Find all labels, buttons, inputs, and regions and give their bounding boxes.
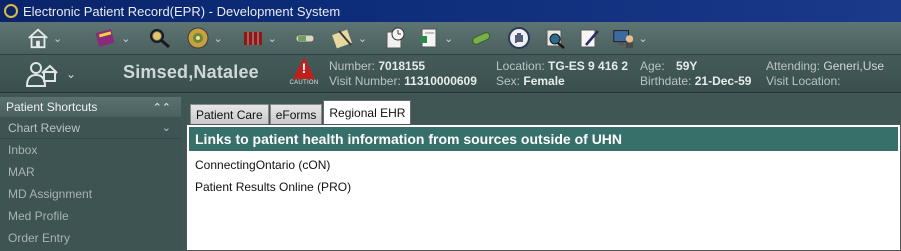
binoculars-icon xyxy=(543,26,567,50)
caution-alert[interactable]: ! CAUTION xyxy=(289,57,319,91)
tab-eforms[interactable]: eForms xyxy=(269,104,323,124)
collapse-up-icon[interactable]: ⌃⌃ xyxy=(153,101,171,114)
pill-icon xyxy=(469,26,493,50)
document-pen-icon xyxy=(331,26,355,50)
chevron-down-icon[interactable]: ⌄ xyxy=(638,32,647,45)
edit-note-button[interactable] xyxy=(577,24,601,52)
chevron-down-icon[interactable]: ⌄ xyxy=(162,121,171,134)
chevron-down-icon[interactable]: ⌄ xyxy=(53,32,62,45)
lab-tube-icon xyxy=(293,26,317,50)
sidebar: Patient Shortcuts ⌃⌃ Chart Review ⌄ Inbo… xyxy=(0,97,181,251)
attending-field: Attending: Generi,Use xyxy=(766,59,885,73)
home-icon xyxy=(26,26,50,50)
main-toolbar: ⌄ ⌄ ⌄ ⌄ ⌄ ⌄ ⌄ xyxy=(0,22,901,55)
panel-title: Links to patient health information from… xyxy=(189,127,898,151)
chevron-down-icon[interactable]: ⌄ xyxy=(268,32,277,45)
sidebar-item-mar[interactable]: MAR xyxy=(0,161,181,183)
window-title: Electronic Patient Record(EPR) - Develop… xyxy=(23,3,341,19)
number-field: Number: 7018155 xyxy=(329,59,426,73)
binoculars-button[interactable] xyxy=(543,24,567,52)
document-pen-button[interactable]: ⌄ xyxy=(331,24,367,52)
medication-wheel-icon xyxy=(186,26,210,50)
hand-stop-icon xyxy=(507,26,531,50)
birthdate-field: Birthdate: 21-Dec-59 xyxy=(640,74,752,88)
main-content: Patient Care eForms Regional EHR Links t… xyxy=(181,97,901,251)
sidebar-header-label: Patient Shortcuts xyxy=(6,100,98,114)
notes-button[interactable]: ⌄ xyxy=(417,24,453,52)
chevron-down-icon[interactable]: ⌄ xyxy=(358,32,367,45)
tab-patient-care[interactable]: Patient Care xyxy=(190,104,269,124)
notes-icon xyxy=(417,26,441,50)
home-button[interactable]: ⌄ xyxy=(26,24,62,52)
person-home-icon[interactable] xyxy=(24,59,58,89)
patient-name: Simsed,Natalee xyxy=(123,62,259,82)
visit-location-field: Visit Location: xyxy=(766,74,841,88)
order-list-button[interactable]: ⌄ xyxy=(241,24,277,52)
regional-ehr-panel: Links to patient health information from… xyxy=(186,124,901,251)
tab-regional-ehr[interactable]: Regional EHR xyxy=(323,100,412,124)
app-logo-icon xyxy=(4,4,18,18)
sidebar-item-inbox[interactable]: Inbox xyxy=(0,139,181,161)
patient-search-icon xyxy=(148,26,172,50)
chart-review-label: Chart Review xyxy=(8,120,81,135)
edit-note-icon xyxy=(577,26,601,50)
sidebar-item-med-profile[interactable]: Med Profile xyxy=(0,205,181,227)
order-list-icon xyxy=(241,26,265,50)
visit-number-field: Visit Number: 11310000609 xyxy=(329,74,477,88)
caution-label: CAUTION xyxy=(289,80,319,86)
patient-search-button[interactable] xyxy=(148,24,172,52)
chevron-down-icon[interactable]: ⌄ xyxy=(213,32,222,45)
hand-stop-button[interactable] xyxy=(507,24,531,52)
clock-note-icon xyxy=(383,26,407,50)
sidebar-item-md-assignment[interactable]: MD Assignment xyxy=(0,183,181,205)
connecting-ontario-link[interactable]: ConnectingOntario (cON) xyxy=(195,158,330,172)
chart-review-section[interactable]: Chart Review ⌄ xyxy=(0,117,181,139)
person-computer-button[interactable]: ⌄ xyxy=(611,24,648,52)
medication-wheel-button[interactable]: ⌄ xyxy=(186,24,223,52)
person-computer-icon xyxy=(611,26,635,50)
age-field: Age: 59Y xyxy=(640,59,698,73)
pill-button[interactable] xyxy=(469,24,493,52)
tab-strip: Patient Care eForms Regional EHR xyxy=(190,100,412,124)
title-bar: Electronic Patient Record(EPR) - Develop… xyxy=(0,0,901,22)
clock-note-button[interactable] xyxy=(383,24,407,52)
chevron-down-icon[interactable]: ⌄ xyxy=(444,32,453,45)
patient-banner: ⌄ Simsed,Natalee ! CAUTION Number: 70181… xyxy=(0,55,901,93)
chart-book-button[interactable]: ⌄ xyxy=(94,24,130,52)
sidebar-item-order-entry[interactable]: Order Entry xyxy=(0,227,181,249)
chart-book-icon xyxy=(94,26,118,50)
location-field: Location: TG-ES 9 416 2 xyxy=(496,59,629,73)
lab-tube-button[interactable] xyxy=(293,24,317,52)
patient-shortcuts-header[interactable]: Patient Shortcuts ⌃⌃ xyxy=(0,97,181,117)
chevron-down-icon[interactable]: ⌄ xyxy=(121,32,130,45)
chevron-down-icon[interactable]: ⌄ xyxy=(66,67,76,81)
patient-results-online-link[interactable]: Patient Results Online (PRO) xyxy=(195,180,351,194)
sex-field: Sex: Female xyxy=(496,74,565,88)
